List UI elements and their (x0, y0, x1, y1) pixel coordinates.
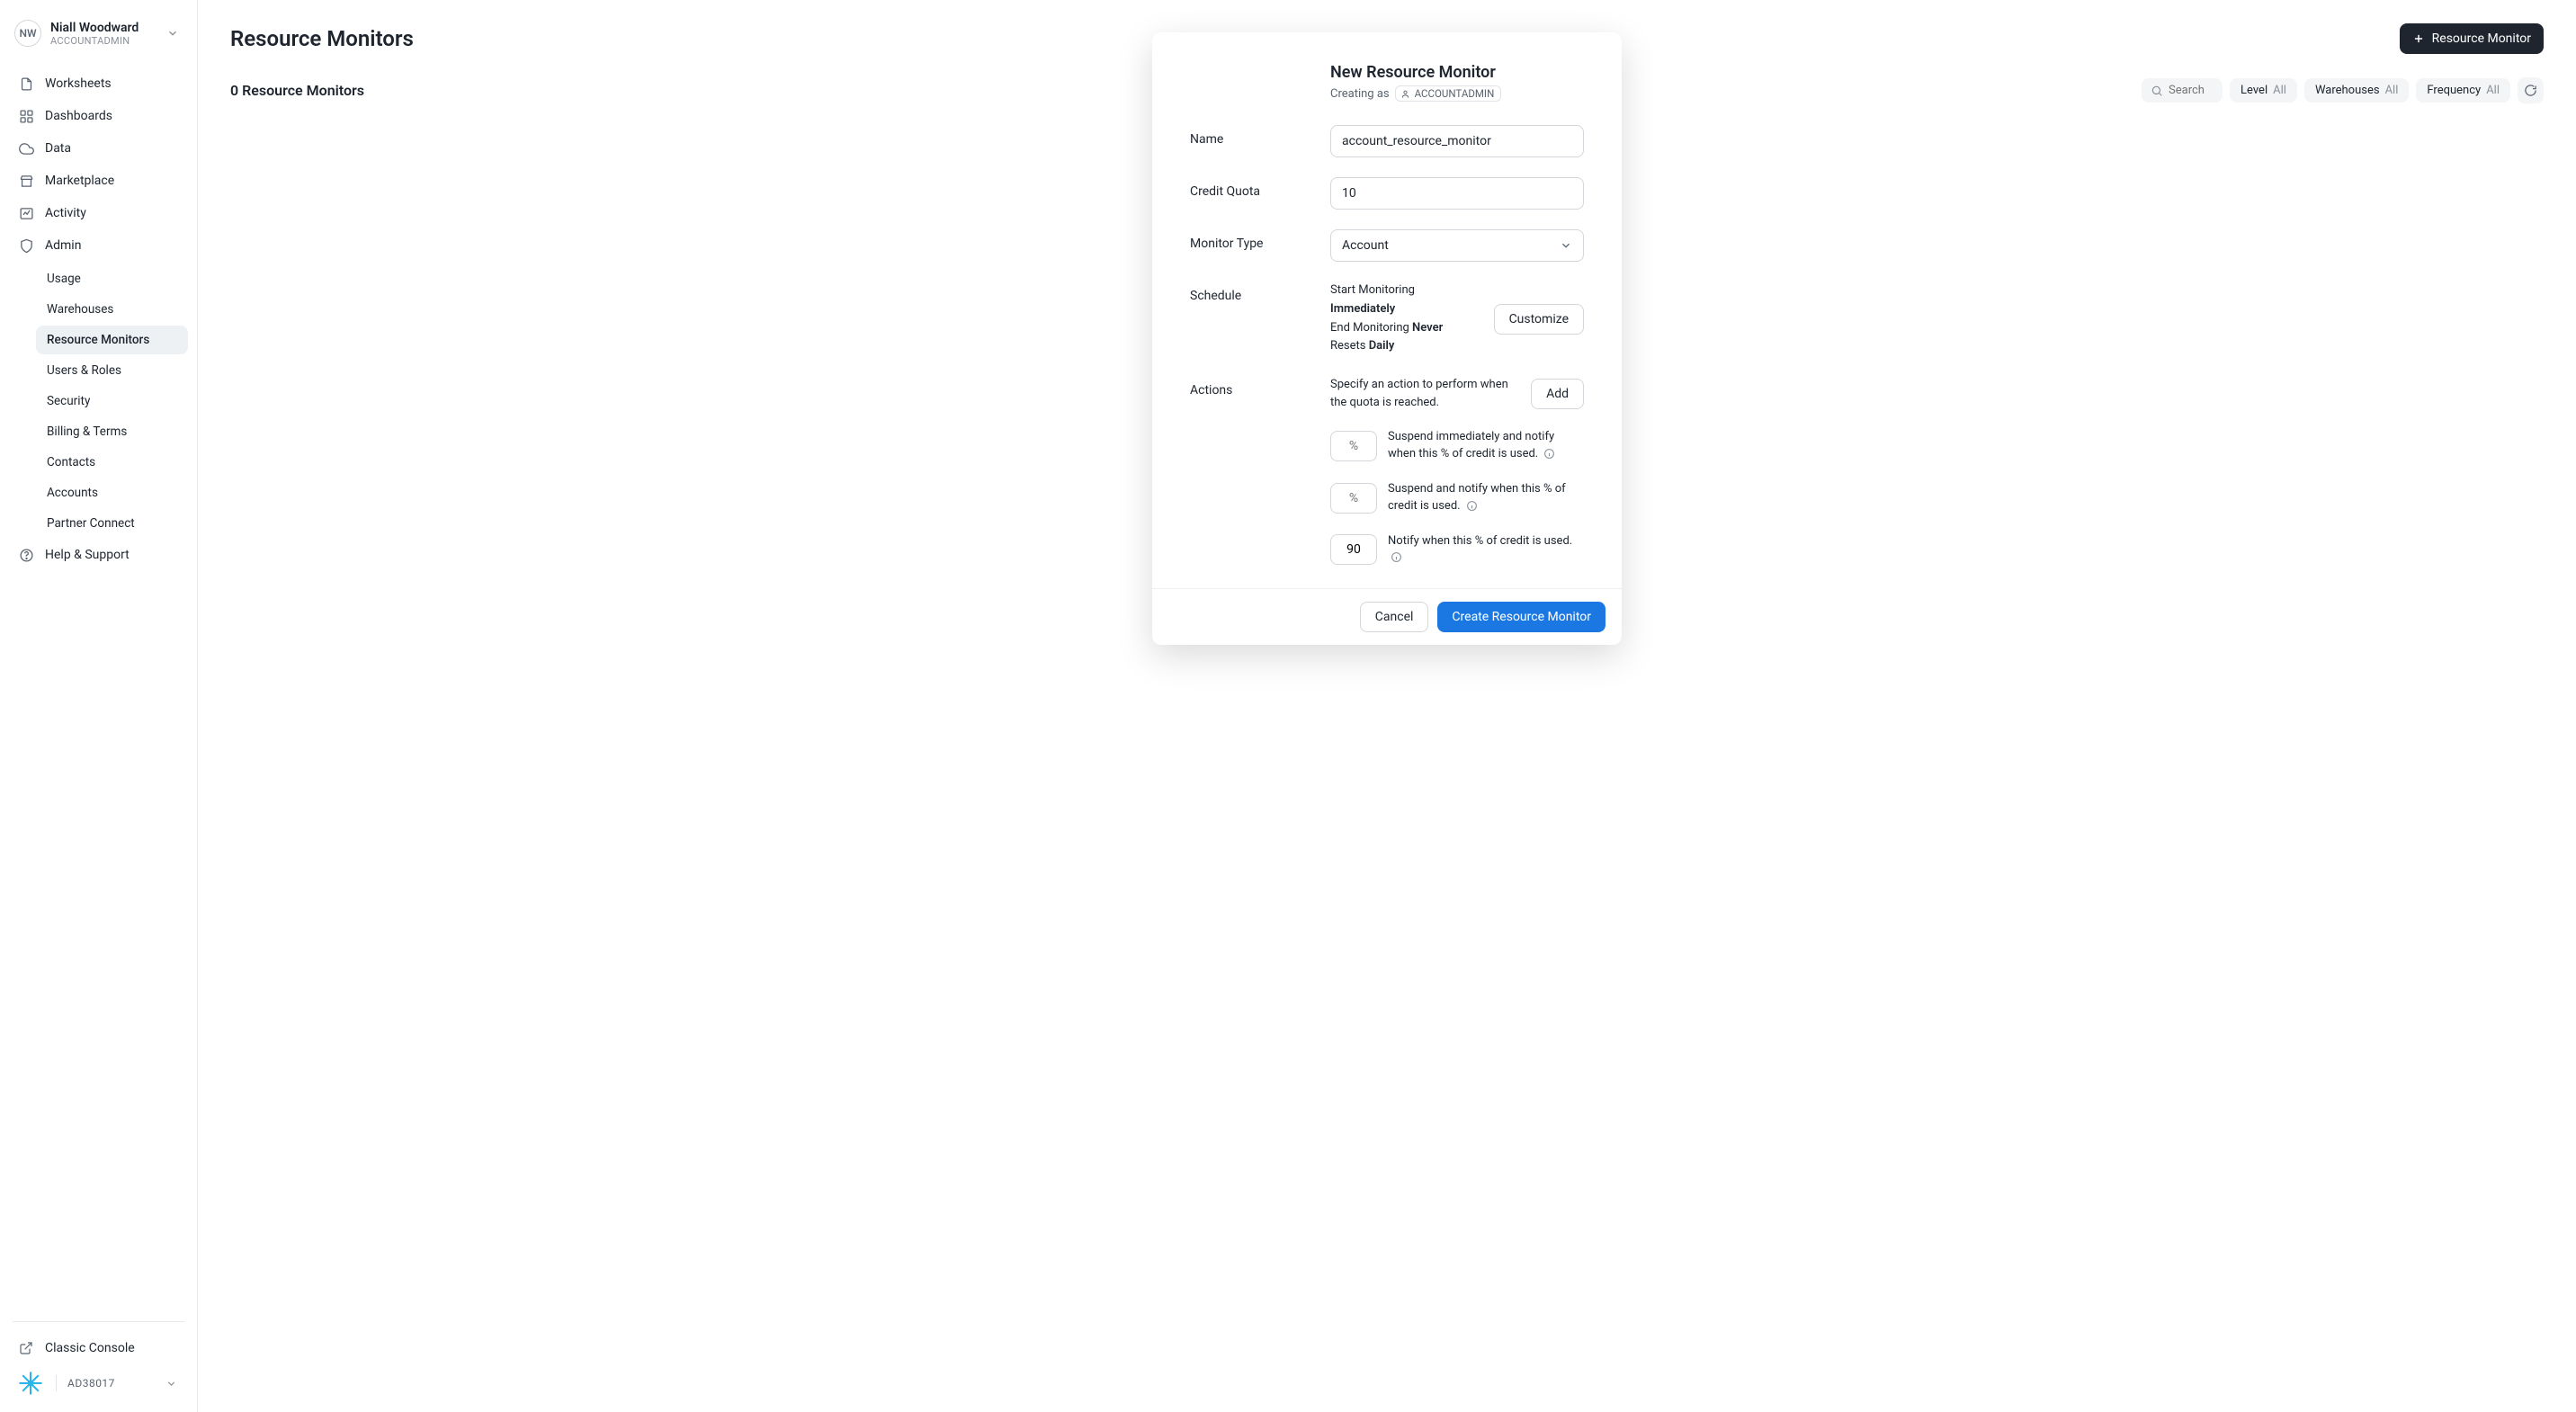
subnav-usage[interactable]: Usage (36, 264, 188, 293)
label-schedule: Schedule (1190, 282, 1330, 303)
label-monitor-type: Monitor Type (1190, 229, 1330, 251)
user-menu[interactable]: NW Niall Woodward ACCOUNTADMIN (9, 16, 188, 59)
main-content: Resource Monitors Resource Monitor 0 Res… (198, 0, 2576, 1412)
sidebar-item-activity[interactable]: Activity (9, 198, 188, 228)
chevron-down-icon (162, 1374, 181, 1393)
schedule-summary: Start Monitoring Immediately End Monitor… (1330, 282, 1481, 356)
percent-input[interactable] (1330, 483, 1377, 514)
grid-icon (18, 108, 34, 124)
sidebar-item-admin[interactable]: Admin (9, 230, 188, 261)
primary-nav: Worksheets Dashboards Data Marketplace (9, 68, 188, 570)
create-resource-monitor-modal: New Resource Monitor Creating as ACCOUNT… (1152, 32, 1622, 645)
create-button[interactable]: Create Resource Monitor (1437, 602, 1606, 632)
select-value: Account (1342, 238, 1389, 253)
subnav-billing[interactable]: Billing & Terms (36, 417, 188, 446)
modal-backdrop: New Resource Monitor Creating as ACCOUNT… (198, 0, 2576, 1412)
sidebar-item-label: Marketplace (45, 174, 114, 188)
percent-input[interactable] (1330, 534, 1377, 565)
sidebar-item-label: Activity (45, 206, 86, 220)
sidebar-item-label: Data (45, 141, 71, 156)
document-icon (18, 76, 34, 92)
modal-title: New Resource Monitor (1330, 63, 1584, 82)
creating-as-role: ACCOUNTADMIN (1395, 85, 1502, 102)
action-row-suspend-immediate: Suspend immediately and notify when this… (1330, 429, 1584, 463)
subnav-accounts[interactable]: Accounts (36, 478, 188, 507)
user-info: Niall Woodward ACCOUNTADMIN (50, 21, 139, 47)
snowflake-logo-icon (16, 1369, 45, 1398)
cancel-button[interactable]: Cancel (1360, 602, 1429, 632)
add-action-button[interactable]: Add (1531, 379, 1584, 409)
divider (13, 1321, 184, 1322)
sidebar-item-dashboards[interactable]: Dashboards (9, 101, 188, 131)
credit-quota-input[interactable] (1330, 177, 1584, 210)
activity-icon (18, 205, 34, 221)
shield-icon (18, 237, 34, 254)
info-icon[interactable] (1391, 551, 1402, 563)
user-role: ACCOUNTADMIN (50, 35, 139, 47)
sidebar: NW Niall Woodward ACCOUNTADMIN Worksheet… (0, 0, 198, 1412)
action-text: Notify when this % of credit is used. (1388, 533, 1584, 567)
info-icon[interactable] (1466, 500, 1478, 512)
action-text: Suspend immediately and notify when this… (1388, 429, 1584, 463)
sidebar-item-label: Classic Console (45, 1341, 135, 1355)
label-actions: Actions (1190, 376, 1330, 398)
action-text: Suspend and notify when this % of credit… (1388, 481, 1584, 515)
subnav-warehouses[interactable]: Warehouses (36, 295, 188, 324)
subnav-partner-connect[interactable]: Partner Connect (36, 509, 188, 538)
sidebar-item-classic-console[interactable]: Classic Console (9, 1333, 188, 1363)
chevron-down-icon (1560, 239, 1572, 252)
sidebar-item-label: Dashboards (45, 109, 112, 123)
label-name: Name (1190, 125, 1330, 147)
monitor-type-select[interactable]: Account (1330, 229, 1584, 262)
cloud-icon (18, 140, 34, 156)
sidebar-item-label: Worksheets (45, 76, 112, 91)
percent-input[interactable] (1330, 431, 1377, 461)
user-name: Niall Woodward (50, 21, 139, 35)
action-row-suspend: Suspend and notify when this % of credit… (1330, 481, 1584, 515)
external-link-icon (18, 1340, 34, 1356)
creating-as-label: Creating as (1330, 87, 1390, 101)
info-icon[interactable] (1543, 448, 1555, 460)
sidebar-item-marketplace[interactable]: Marketplace (9, 165, 188, 196)
sidebar-item-label: Admin (45, 238, 81, 253)
actions-description: Specify an action to perform when the qu… (1330, 376, 1520, 411)
name-input[interactable] (1330, 125, 1584, 157)
subnav-resource-monitors[interactable]: Resource Monitors (36, 326, 188, 354)
role-text: ACCOUNTADMIN (1415, 87, 1495, 100)
customize-schedule-button[interactable]: Customize (1494, 304, 1584, 335)
subnav-users-roles[interactable]: Users & Roles (36, 356, 188, 385)
sidebar-item-data[interactable]: Data (9, 133, 188, 164)
subnav-contacts[interactable]: Contacts (36, 448, 188, 477)
account-switcher[interactable]: AD38017 (9, 1363, 188, 1403)
account-id: AD38017 (67, 1377, 115, 1390)
subnav-security[interactable]: Security (36, 387, 188, 416)
avatar: NW (14, 20, 41, 47)
action-row-notify: Notify when this % of credit is used. (1330, 533, 1584, 567)
sidebar-item-worksheets[interactable]: Worksheets (9, 68, 188, 99)
sidebar-item-help[interactable]: Help & Support (9, 540, 188, 570)
person-icon (1400, 89, 1410, 99)
sidebar-item-label: Help & Support (45, 548, 130, 562)
label-credit-quota: Credit Quota (1190, 177, 1330, 199)
help-icon (18, 547, 34, 563)
store-icon (18, 173, 34, 189)
chevron-down-icon (163, 23, 183, 43)
admin-subnav: Usage Warehouses Resource Monitors Users… (36, 264, 188, 538)
